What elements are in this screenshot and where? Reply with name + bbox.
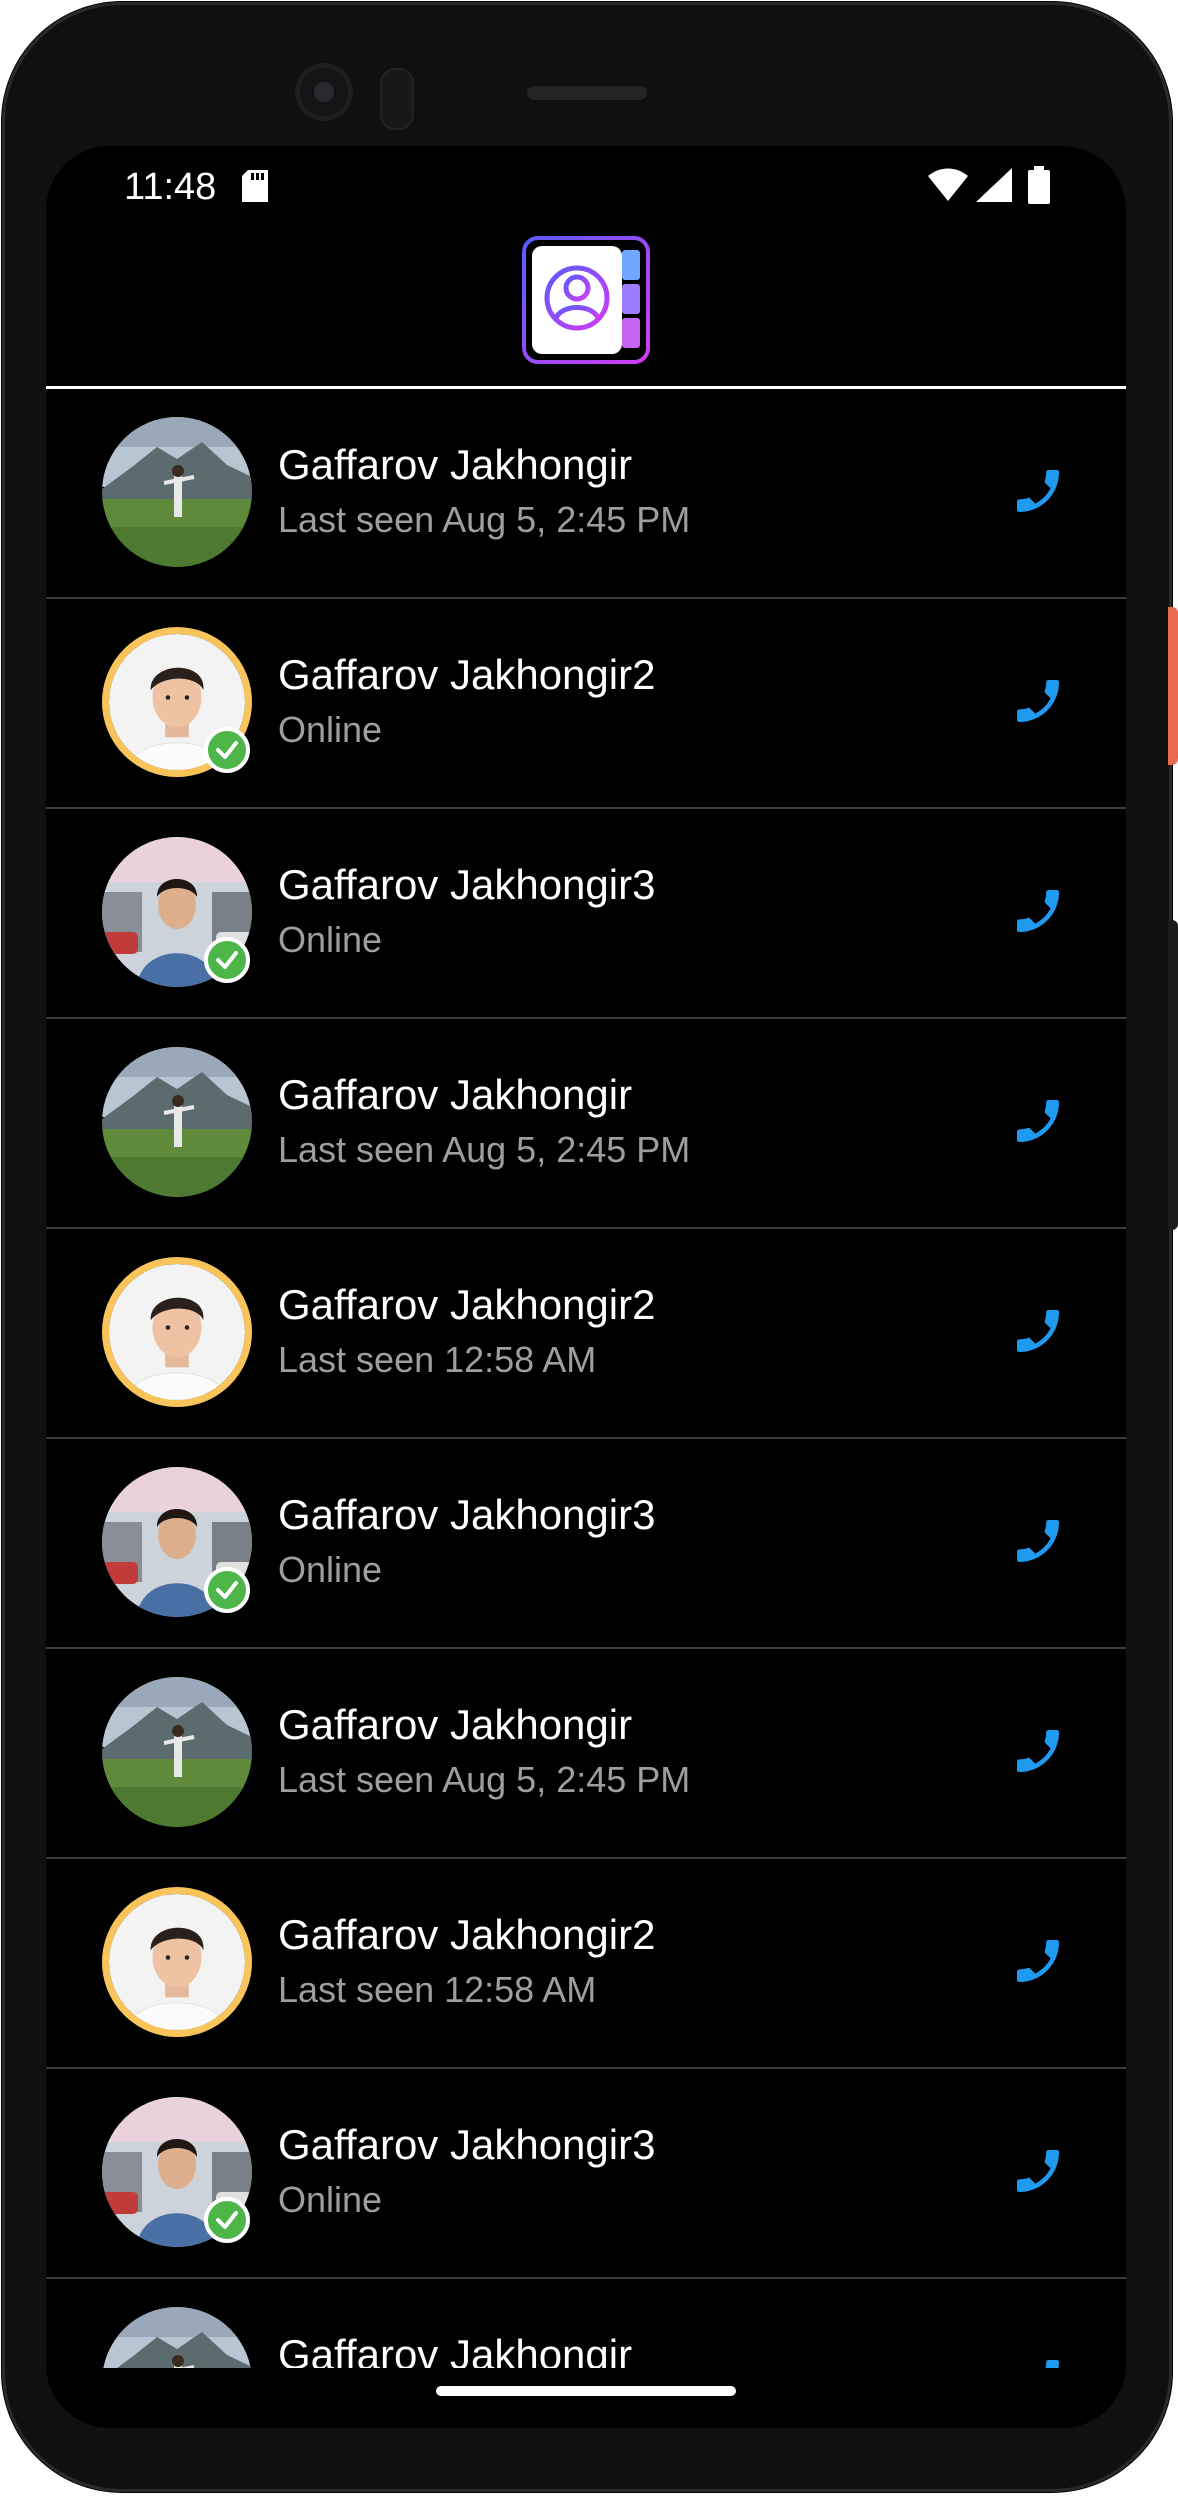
phone-icon xyxy=(1017,680,1059,722)
phone-icon xyxy=(1017,1730,1059,1772)
contact-row[interactable]: Gaffarov Jakhongir Last seen Aug 5, 2:45 … xyxy=(46,1019,1126,1229)
contact-row[interactable]: Gaffarov Jakhongir2 Online xyxy=(46,599,1126,809)
contact-status: Online xyxy=(278,2179,383,2220)
earpiece-speaker xyxy=(527,86,647,100)
contacts-book-icon xyxy=(522,236,650,369)
avatar[interactable] xyxy=(102,1047,252,1197)
call-button[interactable] xyxy=(998,1291,1078,1371)
phone-icon xyxy=(1017,1940,1059,1982)
avatar[interactable] xyxy=(102,2307,252,2369)
call-button[interactable] xyxy=(998,661,1078,741)
battery-icon xyxy=(1028,166,1050,209)
volume-button xyxy=(1168,920,1178,1230)
avatar[interactable] xyxy=(102,417,252,567)
wifi-icon xyxy=(928,168,968,207)
online-check-icon xyxy=(204,1567,250,1613)
call-button[interactable] xyxy=(998,1081,1078,1161)
contact-row[interactable]: Gaffarov Jakhongir2 Last seen 12:58 AM xyxy=(46,1229,1126,1439)
proximity-sensor xyxy=(380,68,414,130)
avatar[interactable] xyxy=(102,1887,252,2037)
call-button[interactable] xyxy=(998,871,1078,951)
contact-status: Last seen Aug 5, 2:45 PM xyxy=(278,499,691,540)
contact-name: Gaffarov Jakhongir xyxy=(278,2331,633,2369)
phone-icon xyxy=(1017,470,1059,512)
contact-row[interactable]: Gaffarov Jakhongir3 Online xyxy=(46,1439,1126,1649)
call-button[interactable] xyxy=(998,2341,1078,2369)
power-button xyxy=(1168,607,1178,765)
phone-icon xyxy=(1017,890,1059,932)
signal-icon xyxy=(976,168,1012,207)
contact-name: Gaffarov Jakhongir2 xyxy=(278,651,656,698)
call-button[interactable] xyxy=(998,1921,1078,2001)
call-button[interactable] xyxy=(998,1711,1078,1791)
contact-row[interactable]: Gaffarov Jakhongir xyxy=(46,2279,1126,2369)
contact-status: Online xyxy=(278,709,383,750)
app-header xyxy=(46,236,1126,389)
contact-name: Gaffarov Jakhongir3 xyxy=(278,2121,656,2168)
call-button[interactable] xyxy=(998,451,1078,531)
contact-status: Last seen Aug 5, 2:45 PM xyxy=(278,1759,691,1800)
avatar[interactable] xyxy=(102,1677,252,1827)
contact-name: Gaffarov Jakhongir xyxy=(278,1701,633,1748)
sd-card-icon xyxy=(242,170,268,207)
phone-icon xyxy=(1017,2150,1059,2192)
contact-row[interactable]: Gaffarov Jakhongir Last seen Aug 5, 2:45 … xyxy=(46,389,1126,599)
contact-status: Last seen Aug 5, 2:45 PM xyxy=(278,1129,691,1170)
contact-name: Gaffarov Jakhongir xyxy=(278,441,633,488)
call-button[interactable] xyxy=(998,2131,1078,2211)
phone-icon xyxy=(1017,1100,1059,1142)
status-bar: 11:48 xyxy=(46,146,1126,236)
phone-icon xyxy=(1017,1520,1059,1562)
contact-status: Online xyxy=(278,919,383,960)
contact-row[interactable]: Gaffarov Jakhongir Last seen Aug 5, 2:45 … xyxy=(46,1649,1126,1859)
contact-row[interactable]: Gaffarov Jakhongir2 Last seen 12:58 AM xyxy=(46,1859,1126,2069)
contact-name: Gaffarov Jakhongir xyxy=(278,1071,633,1118)
online-check-icon xyxy=(204,937,250,983)
contact-name: Gaffarov Jakhongir3 xyxy=(278,1491,656,1538)
phone-icon xyxy=(1017,1310,1059,1352)
contact-list[interactable]: Gaffarov Jakhongir Last seen Aug 5, 2:45 … xyxy=(46,389,1126,2369)
online-check-icon xyxy=(204,727,250,773)
online-check-icon xyxy=(204,2197,250,2243)
nav-bar-background xyxy=(46,2368,1126,2428)
contact-row[interactable]: Gaffarov Jakhongir3 Online xyxy=(46,2069,1126,2279)
contact-name: Gaffarov Jakhongir2 xyxy=(278,1911,656,1958)
screen: 11:48 Gaffarov Jakhongir Last seen Aug 5… xyxy=(46,146,1126,2428)
phone-icon xyxy=(1045,2360,1059,2369)
contact-name: Gaffarov Jakhongir3 xyxy=(278,861,656,908)
contact-row[interactable]: Gaffarov Jakhongir3 Online xyxy=(46,809,1126,1019)
status-time: 11:48 xyxy=(124,166,217,208)
avatar[interactable] xyxy=(102,1257,252,1407)
contact-status: Online xyxy=(278,1549,383,1590)
contact-status: Last seen 12:58 AM xyxy=(278,1339,597,1380)
call-button[interactable] xyxy=(998,1501,1078,1581)
home-indicator[interactable] xyxy=(436,2386,736,2396)
contact-name: Gaffarov Jakhongir2 xyxy=(278,1281,656,1328)
contact-status: Last seen 12:58 AM xyxy=(278,1969,597,2010)
front-camera xyxy=(300,68,348,116)
